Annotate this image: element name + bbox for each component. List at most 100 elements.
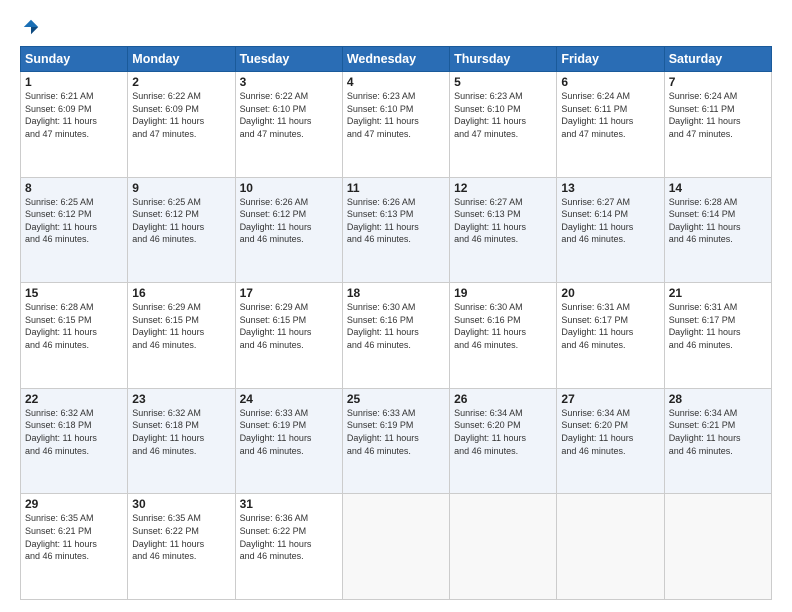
day-info: Sunrise: 6:23 AMSunset: 6:10 PMDaylight:… <box>347 91 419 139</box>
day-number: 21 <box>669 286 767 300</box>
calendar-day-cell: 21 Sunrise: 6:31 AMSunset: 6:17 PMDaylig… <box>664 283 771 389</box>
day-info: Sunrise: 6:29 AMSunset: 6:15 PMDaylight:… <box>240 302 312 350</box>
day-number: 12 <box>454 181 552 195</box>
calendar-day-cell: 25 Sunrise: 6:33 AMSunset: 6:19 PMDaylig… <box>342 388 449 494</box>
day-number: 2 <box>132 75 230 89</box>
calendar-day-cell: 6 Sunrise: 6:24 AMSunset: 6:11 PMDayligh… <box>557 72 664 178</box>
day-info: Sunrise: 6:29 AMSunset: 6:15 PMDaylight:… <box>132 302 204 350</box>
day-info: Sunrise: 6:26 AMSunset: 6:12 PMDaylight:… <box>240 197 312 245</box>
calendar-day-cell: 18 Sunrise: 6:30 AMSunset: 6:16 PMDaylig… <box>342 283 449 389</box>
calendar-day-cell: 9 Sunrise: 6:25 AMSunset: 6:12 PMDayligh… <box>128 177 235 283</box>
day-number: 19 <box>454 286 552 300</box>
day-number: 16 <box>132 286 230 300</box>
day-info: Sunrise: 6:26 AMSunset: 6:13 PMDaylight:… <box>347 197 419 245</box>
day-number: 11 <box>347 181 445 195</box>
calendar-day-cell: 15 Sunrise: 6:28 AMSunset: 6:15 PMDaylig… <box>21 283 128 389</box>
header <box>20 18 772 36</box>
day-number: 23 <box>132 392 230 406</box>
calendar-day-header: Friday <box>557 47 664 72</box>
day-number: 4 <box>347 75 445 89</box>
calendar-day-cell: 24 Sunrise: 6:33 AMSunset: 6:19 PMDaylig… <box>235 388 342 494</box>
day-number: 3 <box>240 75 338 89</box>
page: SundayMondayTuesdayWednesdayThursdayFrid… <box>0 0 792 612</box>
calendar-day-header: Thursday <box>450 47 557 72</box>
calendar-day-cell: 3 Sunrise: 6:22 AMSunset: 6:10 PMDayligh… <box>235 72 342 178</box>
day-info: Sunrise: 6:31 AMSunset: 6:17 PMDaylight:… <box>561 302 633 350</box>
calendar-week-row: 15 Sunrise: 6:28 AMSunset: 6:15 PMDaylig… <box>21 283 772 389</box>
calendar-day-cell: 7 Sunrise: 6:24 AMSunset: 6:11 PMDayligh… <box>664 72 771 178</box>
calendar-day-cell: 8 Sunrise: 6:25 AMSunset: 6:12 PMDayligh… <box>21 177 128 283</box>
calendar-day-cell: 16 Sunrise: 6:29 AMSunset: 6:15 PMDaylig… <box>128 283 235 389</box>
day-number: 10 <box>240 181 338 195</box>
day-info: Sunrise: 6:34 AMSunset: 6:21 PMDaylight:… <box>669 408 741 456</box>
day-number: 1 <box>25 75 123 89</box>
day-number: 17 <box>240 286 338 300</box>
calendar-day-cell: 1 Sunrise: 6:21 AMSunset: 6:09 PMDayligh… <box>21 72 128 178</box>
calendar-day-cell <box>450 494 557 600</box>
calendar-week-row: 22 Sunrise: 6:32 AMSunset: 6:18 PMDaylig… <box>21 388 772 494</box>
day-info: Sunrise: 6:27 AMSunset: 6:13 PMDaylight:… <box>454 197 526 245</box>
day-info: Sunrise: 6:32 AMSunset: 6:18 PMDaylight:… <box>132 408 204 456</box>
calendar-day-cell: 5 Sunrise: 6:23 AMSunset: 6:10 PMDayligh… <box>450 72 557 178</box>
day-number: 13 <box>561 181 659 195</box>
day-info: Sunrise: 6:30 AMSunset: 6:16 PMDaylight:… <box>347 302 419 350</box>
calendar-day-cell <box>664 494 771 600</box>
day-number: 27 <box>561 392 659 406</box>
calendar-day-header: Monday <box>128 47 235 72</box>
logo <box>20 18 40 36</box>
calendar-day-cell: 29 Sunrise: 6:35 AMSunset: 6:21 PMDaylig… <box>21 494 128 600</box>
day-info: Sunrise: 6:34 AMSunset: 6:20 PMDaylight:… <box>561 408 633 456</box>
day-number: 8 <box>25 181 123 195</box>
day-number: 31 <box>240 497 338 511</box>
day-info: Sunrise: 6:23 AMSunset: 6:10 PMDaylight:… <box>454 91 526 139</box>
calendar-day-cell: 19 Sunrise: 6:30 AMSunset: 6:16 PMDaylig… <box>450 283 557 389</box>
calendar-day-header: Saturday <box>664 47 771 72</box>
calendar-day-header: Wednesday <box>342 47 449 72</box>
calendar-day-cell: 17 Sunrise: 6:29 AMSunset: 6:15 PMDaylig… <box>235 283 342 389</box>
day-info: Sunrise: 6:32 AMSunset: 6:18 PMDaylight:… <box>25 408 97 456</box>
day-number: 29 <box>25 497 123 511</box>
day-number: 7 <box>669 75 767 89</box>
calendar-day-cell: 14 Sunrise: 6:28 AMSunset: 6:14 PMDaylig… <box>664 177 771 283</box>
calendar-day-cell: 13 Sunrise: 6:27 AMSunset: 6:14 PMDaylig… <box>557 177 664 283</box>
calendar-day-cell: 22 Sunrise: 6:32 AMSunset: 6:18 PMDaylig… <box>21 388 128 494</box>
day-number: 18 <box>347 286 445 300</box>
day-info: Sunrise: 6:27 AMSunset: 6:14 PMDaylight:… <box>561 197 633 245</box>
day-number: 30 <box>132 497 230 511</box>
calendar-header-row: SundayMondayTuesdayWednesdayThursdayFrid… <box>21 47 772 72</box>
calendar-day-cell: 26 Sunrise: 6:34 AMSunset: 6:20 PMDaylig… <box>450 388 557 494</box>
day-info: Sunrise: 6:33 AMSunset: 6:19 PMDaylight:… <box>240 408 312 456</box>
day-number: 26 <box>454 392 552 406</box>
day-info: Sunrise: 6:30 AMSunset: 6:16 PMDaylight:… <box>454 302 526 350</box>
calendar-day-cell: 10 Sunrise: 6:26 AMSunset: 6:12 PMDaylig… <box>235 177 342 283</box>
day-number: 20 <box>561 286 659 300</box>
calendar-week-row: 29 Sunrise: 6:35 AMSunset: 6:21 PMDaylig… <box>21 494 772 600</box>
day-info: Sunrise: 6:36 AMSunset: 6:22 PMDaylight:… <box>240 513 312 561</box>
day-number: 25 <box>347 392 445 406</box>
calendar-day-cell: 31 Sunrise: 6:36 AMSunset: 6:22 PMDaylig… <box>235 494 342 600</box>
day-info: Sunrise: 6:25 AMSunset: 6:12 PMDaylight:… <box>25 197 97 245</box>
day-info: Sunrise: 6:24 AMSunset: 6:11 PMDaylight:… <box>669 91 741 139</box>
day-info: Sunrise: 6:22 AMSunset: 6:10 PMDaylight:… <box>240 91 312 139</box>
day-info: Sunrise: 6:35 AMSunset: 6:22 PMDaylight:… <box>132 513 204 561</box>
calendar-day-cell <box>342 494 449 600</box>
calendar-day-cell: 11 Sunrise: 6:26 AMSunset: 6:13 PMDaylig… <box>342 177 449 283</box>
day-info: Sunrise: 6:21 AMSunset: 6:09 PMDaylight:… <box>25 91 97 139</box>
calendar-week-row: 1 Sunrise: 6:21 AMSunset: 6:09 PMDayligh… <box>21 72 772 178</box>
calendar-day-cell: 27 Sunrise: 6:34 AMSunset: 6:20 PMDaylig… <box>557 388 664 494</box>
day-number: 9 <box>132 181 230 195</box>
day-number: 28 <box>669 392 767 406</box>
day-number: 15 <box>25 286 123 300</box>
calendar-day-cell: 20 Sunrise: 6:31 AMSunset: 6:17 PMDaylig… <box>557 283 664 389</box>
day-info: Sunrise: 6:28 AMSunset: 6:15 PMDaylight:… <box>25 302 97 350</box>
calendar-day-cell: 23 Sunrise: 6:32 AMSunset: 6:18 PMDaylig… <box>128 388 235 494</box>
calendar-day-cell: 2 Sunrise: 6:22 AMSunset: 6:09 PMDayligh… <box>128 72 235 178</box>
calendar-week-row: 8 Sunrise: 6:25 AMSunset: 6:12 PMDayligh… <box>21 177 772 283</box>
calendar-day-cell: 28 Sunrise: 6:34 AMSunset: 6:21 PMDaylig… <box>664 388 771 494</box>
calendar-table: SundayMondayTuesdayWednesdayThursdayFrid… <box>20 46 772 600</box>
calendar-day-cell: 12 Sunrise: 6:27 AMSunset: 6:13 PMDaylig… <box>450 177 557 283</box>
day-number: 5 <box>454 75 552 89</box>
calendar-day-header: Tuesday <box>235 47 342 72</box>
logo-text <box>20 18 40 36</box>
day-info: Sunrise: 6:34 AMSunset: 6:20 PMDaylight:… <box>454 408 526 456</box>
